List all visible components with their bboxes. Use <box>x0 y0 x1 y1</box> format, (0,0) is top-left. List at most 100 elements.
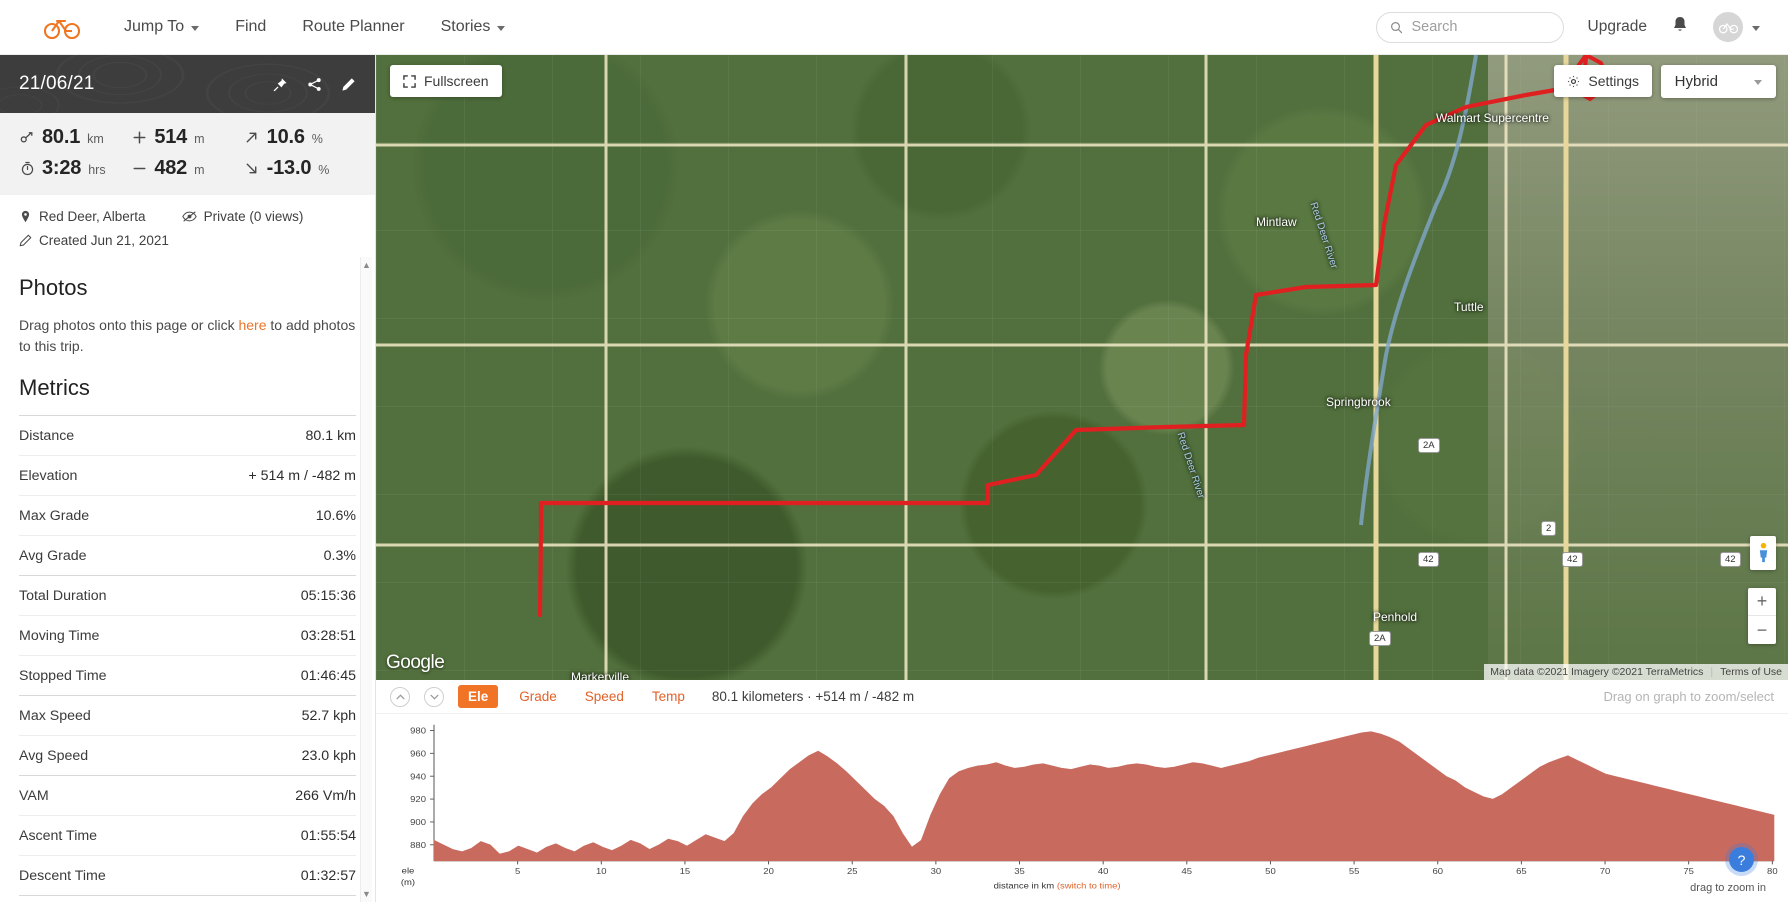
highway-shield-42-mid: 42 <box>1562 552 1583 567</box>
chart-tab-ele[interactable]: Ele <box>458 685 499 708</box>
chart-zoom-hint: drag to zoom in <box>1690 882 1766 894</box>
upgrade-link[interactable]: Upgrade <box>1588 18 1647 36</box>
bicycle-logo-icon <box>44 19 80 40</box>
metric-label: Pace <box>19 896 170 902</box>
nav-link-stories[interactable]: Stories <box>423 12 524 42</box>
photos-empty-text: Drag photos onto this page or click here… <box>19 315 356 357</box>
metric-value: 00:03:56 <box>170 896 356 902</box>
photos-upload-link[interactable]: here <box>238 317 266 333</box>
street-view-pegman[interactable] <box>1750 536 1776 570</box>
chart-tab-temp[interactable]: Temp <box>645 686 692 707</box>
scroll-up-arrow[interactable]: ▲ <box>362 257 371 273</box>
meta-row-location-privacy: Red Deer, Alberta Private (0 views) <box>19 209 356 224</box>
map-and-chart-column: Walmart Supercentre Mintlaw Tuttle Sprin… <box>376 55 1788 902</box>
zoom-out-button[interactable]: − <box>1748 616 1776 644</box>
gps-route-track <box>537 55 1611 618</box>
chevron-down-icon <box>1752 25 1760 31</box>
stat-unit: km <box>87 132 104 146</box>
stat-unit: % <box>311 132 323 146</box>
sidebar-summary-stats: 80.1 km 514 m 10.6 % 3:28 hrs 482 m -13.… <box>0 113 375 195</box>
metric-row: VAM 266 Vm/h <box>19 776 356 816</box>
metric-row: Max Grade 10.6% <box>19 496 356 536</box>
metric-value: 80.1 km <box>305 427 356 444</box>
metric-label: Elevation <box>19 467 78 484</box>
stat-descent: 482 m <box>131 157 243 180</box>
stat-ascent: 514 m <box>131 126 243 149</box>
top-navigation-bar: Jump To Find Route Planner Stories Searc… <box>0 0 1788 55</box>
sidebar-scroll-region[interactable]: Photos Drag photos onto this page or cli… <box>0 257 375 902</box>
share-icon[interactable] <box>307 77 322 92</box>
nav-link-label: Route Planner <box>302 18 405 35</box>
pencil-icon <box>19 234 32 247</box>
page-body: 21/06/21 80.1 km 514 m 10.6 % 3:28 hrs 4… <box>0 55 1788 902</box>
map-label-markerville: Markerville <box>571 670 630 680</box>
nav-link-jump-to[interactable]: Jump To <box>106 12 217 42</box>
trip-privacy[interactable]: Private (0 views) <box>181 209 304 224</box>
map-attribution: Map data ©2021 Imagery ©2021 TerraMetric… <box>1484 664 1788 680</box>
metric-label: Max Grade <box>19 507 90 524</box>
x-tick-label: 40 <box>1098 867 1109 876</box>
brand-logo[interactable] <box>44 14 80 40</box>
chart-collapse-button[interactable] <box>390 686 410 707</box>
chart-expand-button[interactable] <box>424 686 444 707</box>
nav-link-find[interactable]: Find <box>217 12 284 42</box>
map-attribution-text: Map data ©2021 Imagery ©2021 TerraMetric… <box>1490 666 1704 678</box>
route-map[interactable]: Walmart Supercentre Mintlaw Tuttle Sprin… <box>376 55 1788 680</box>
y-tick-label: 940 <box>410 772 426 781</box>
highway-shield-42-west: 42 <box>1418 552 1439 567</box>
metric-value: 0.3% <box>323 547 356 564</box>
map-pin-icon <box>21 210 30 223</box>
trip-location[interactable]: Red Deer, Alberta <box>19 209 146 224</box>
chevron-down-icon <box>191 25 200 31</box>
trip-privacy-label: Private (0 views) <box>203 209 304 224</box>
map-zoom-controls: + − <box>1748 588 1776 644</box>
help-button[interactable]: ? <box>1729 847 1754 872</box>
metric-label: Ascent Time <box>19 827 98 844</box>
highway-shield-2a-north: 2A <box>1418 438 1440 453</box>
chart-tab-speed[interactable]: Speed <box>578 686 631 707</box>
metric-label: Avg Grade <box>19 547 87 564</box>
map-settings-button[interactable]: Settings <box>1554 65 1652 97</box>
map-label-penhold: Penhold <box>1373 610 1418 624</box>
nav-link-route-planner[interactable]: Route Planner <box>284 12 422 42</box>
search-input[interactable] <box>1411 19 1550 35</box>
elevation-chart-area[interactable]: 880 900 920 940 960 980 5 10 15 20 25 30 35 40 45 50 55 6… <box>376 714 1788 902</box>
metrics-table: Distance 80.1 km Elevation + 514 m / -482 m… <box>19 415 356 902</box>
map-label-tuttle: Tuttle <box>1454 300 1484 314</box>
chart-toolbar: Ele Grade Speed Temp 80.1 kilometers · +… <box>376 680 1788 714</box>
map-label-walmart: Walmart Supercentre <box>1436 111 1549 125</box>
fullscreen-button[interactable]: Fullscreen <box>390 65 502 97</box>
sidebar-scrollbar[interactable]: ▲ ▼ <box>360 257 372 902</box>
search-box[interactable] <box>1375 11 1564 43</box>
stat-value: 10.6 <box>266 126 305 148</box>
scroll-down-arrow[interactable]: ▼ <box>362 886 371 902</box>
metric-label: Distance <box>19 427 75 444</box>
x-tick-label: 50 <box>1265 867 1276 876</box>
arrow-up-right-icon <box>244 130 260 145</box>
x-tick-label: 15 <box>680 867 691 876</box>
map-type-select[interactable]: Hybrid <box>1660 65 1776 98</box>
pin-icon[interactable] <box>273 77 288 92</box>
metric-value: + 514 m / -482 m <box>248 467 356 484</box>
metric-value: 01:46:45 <box>300 667 356 684</box>
terms-of-use-link[interactable]: Terms of Use <box>1720 666 1782 678</box>
y-axis-label-line1: ele <box>402 866 415 875</box>
edit-icon[interactable] <box>341 77 356 92</box>
notifications-button[interactable] <box>1671 15 1689 39</box>
stat-value: 482 <box>154 157 188 179</box>
chart-summary-text: 80.1 kilometers · +514 m / -482 m <box>711 689 915 704</box>
highway-shield-2: 2 <box>1541 521 1557 536</box>
zoom-in-button[interactable]: + <box>1748 588 1776 616</box>
metric-row: Moving Time 03:28:51 <box>19 616 356 656</box>
x-tick-label: 55 <box>1349 867 1360 876</box>
x-tick-label: 20 <box>763 867 774 876</box>
x-tick-label: 45 <box>1182 867 1193 876</box>
chart-tab-grade[interactable]: Grade <box>512 686 564 707</box>
switch-to-time-link[interactable]: (switch to time) <box>1057 881 1121 890</box>
elevation-chart-panel: Ele Grade Speed Temp 80.1 kilometers · +… <box>376 680 1788 902</box>
user-menu[interactable] <box>1713 12 1760 42</box>
photos-text-before: Drag photos onto this page or click <box>19 317 239 333</box>
metric-value: 05:15:36 <box>300 587 356 604</box>
sidebar-header-actions <box>273 77 356 92</box>
metric-value: 03:28:51 <box>300 627 356 644</box>
